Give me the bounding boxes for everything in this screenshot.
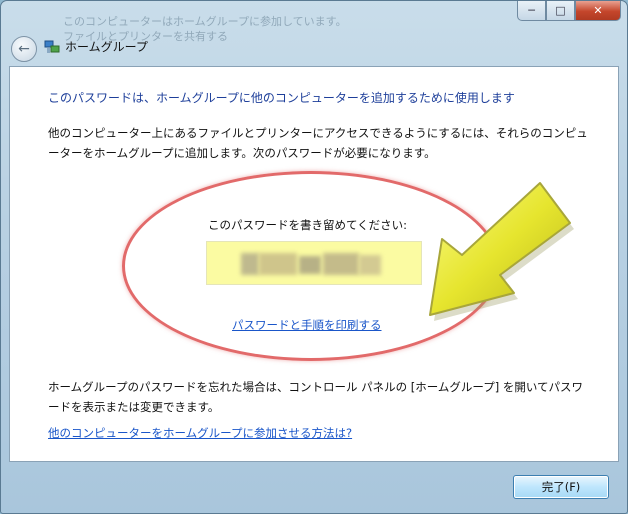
obscured-password	[259, 253, 297, 275]
caption-buttons: ─ □ ✕	[517, 1, 621, 22]
homegroup-window: このコンピューターはホームグループに参加しています。 ファイルとプリンターを共有…	[0, 0, 628, 514]
minimize-icon: ─	[528, 4, 535, 17]
window-title: ホームグループ	[65, 40, 148, 54]
background-ghost-text: このコンピューターはホームグループに参加しています。	[63, 15, 347, 28]
password-box	[206, 241, 422, 285]
back-button[interactable]: ←	[11, 36, 37, 62]
maximize-button[interactable]: □	[546, 1, 575, 21]
obscured-password	[323, 253, 359, 275]
back-arrow-icon: ←	[18, 41, 30, 57]
homegroup-icon	[44, 40, 60, 53]
description-text: 他のコンピューター上にあるファイルとプリンターにアクセスできるようにするには、そ…	[48, 126, 588, 160]
obscured-password	[241, 253, 259, 275]
maximize-icon: □	[555, 4, 566, 17]
join-help-link[interactable]: 他のコンピューターをホームグループに参加させる方法は?	[48, 425, 352, 441]
page-heading: このパスワードは、ホームグループに他のコンピューターを追加するために使用します	[48, 91, 515, 105]
obscured-password	[299, 256, 321, 274]
finish-button[interactable]: 完了(F)	[513, 475, 609, 499]
yellow-arrow-annotation	[429, 182, 574, 321]
close-icon: ✕	[593, 4, 603, 17]
forgot-password-text: ホームグループのパスワードを忘れた場合は、コントロール パネルの [ホームグルー…	[48, 380, 584, 414]
obscured-password	[359, 255, 381, 275]
print-password-link[interactable]: パスワードと手順を印刷する	[232, 317, 382, 333]
content-panel: このパスワードは、ホームグループに他のコンピューターを追加するために使用します …	[9, 66, 619, 462]
title-bar[interactable]: このコンピューターはホームグループに参加しています。 ファイルとプリンターを共有…	[1, 1, 627, 63]
close-button[interactable]: ✕	[575, 1, 621, 21]
password-label: このパスワードを書き留めてください:	[208, 218, 408, 232]
minimize-button[interactable]: ─	[517, 1, 546, 21]
